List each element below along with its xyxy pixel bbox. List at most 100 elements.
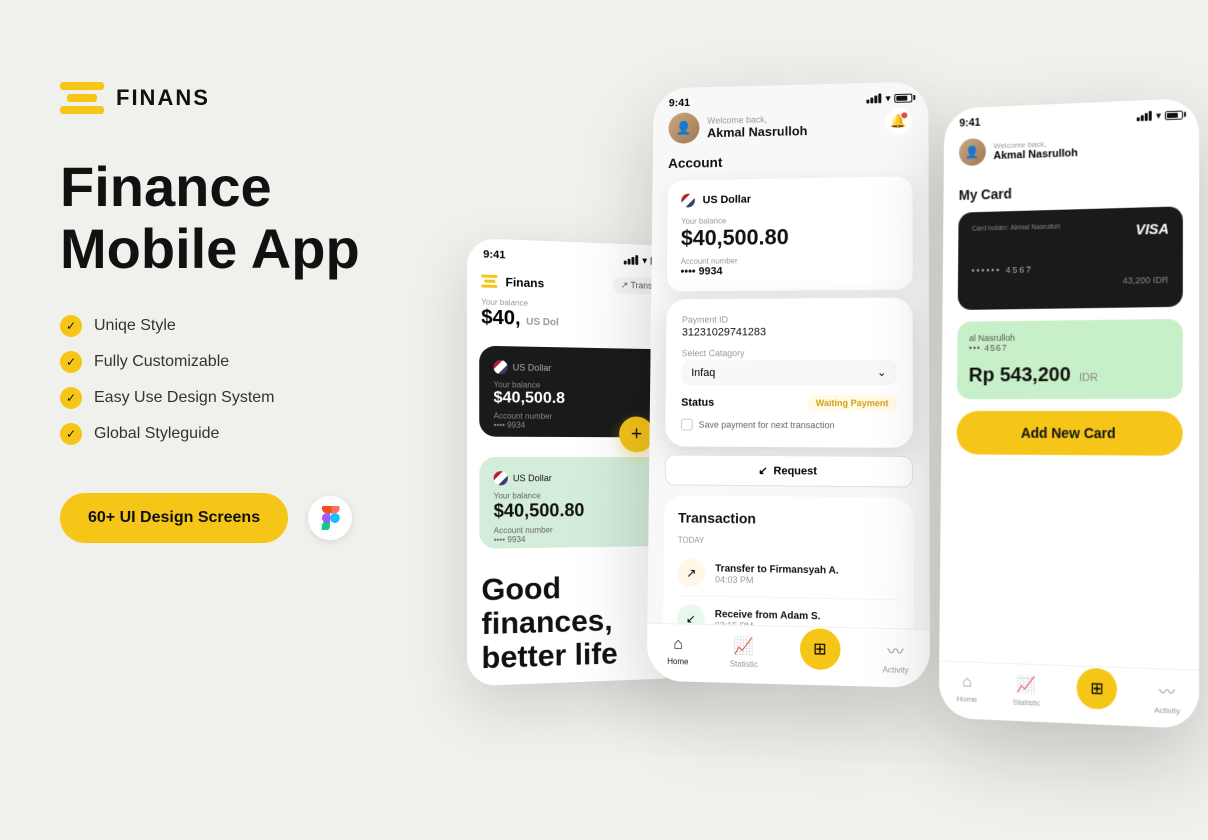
- user-name-main: Akmal Nasrulloh: [707, 123, 807, 140]
- nav-statistic-main[interactable]: 📈 Statistic: [730, 636, 758, 669]
- transaction-row-1: ↗ Transfer to Firmansyah A. 04:03 PM: [677, 551, 899, 601]
- nav-center-btn-main[interactable]: ⊞: [799, 628, 840, 670]
- card-flag-2: US Dollar: [494, 471, 661, 486]
- category-select[interactable]: Infaq ⌄: [681, 360, 896, 385]
- card-flag-1: US Dollar: [493, 360, 659, 377]
- activity-icon-main: 〰: [887, 637, 904, 662]
- my-card-section: My Card Card holder: Akmal Nasrulloh VIS…: [941, 172, 1199, 464]
- logo-row: FINANS: [60, 80, 440, 116]
- wifi-icon-main: ▾: [886, 93, 891, 104]
- welcome-row: 👤 Welcome back, Akmal Nasrulloh 🔔: [668, 107, 912, 144]
- idr-label: IDR: [1079, 372, 1098, 384]
- headline-line2: Mobile App: [60, 218, 440, 280]
- notification-bell[interactable]: 🔔: [884, 107, 912, 135]
- payment-id-row: Payment ID 31231029741283: [682, 314, 897, 339]
- check-icon-3: ✓: [60, 387, 82, 409]
- nav-activity-right[interactable]: 〰 Activity: [1154, 677, 1180, 715]
- feature-4: ✓ Global Styleguide: [60, 423, 440, 445]
- category-label: Select Catagory: [682, 348, 897, 358]
- add-new-card-button[interactable]: Add New Card: [956, 411, 1182, 456]
- card-holder-info: Card holder: Akmal Nasrulloh: [972, 224, 1060, 233]
- brand-row: Finans ↗ Transfer: [481, 272, 670, 295]
- check-icon-2: ✓: [60, 351, 82, 373]
- card-currency-2: US Dollar: [513, 473, 552, 483]
- status-badge-waiting: Waiting Payment: [808, 395, 897, 411]
- bottom-nav-right: ⌂ Home 📈 Statistic ⊞ 〰 Activity: [939, 661, 1199, 729]
- rp-amount: Rp 543,200: [969, 364, 1071, 386]
- nav-home-main[interactable]: ⌂ Home: [667, 635, 688, 666]
- user-info: 👤 Welcome back, Akmal Nasrulloh: [668, 110, 807, 144]
- grid-icon-main: ⊞: [813, 639, 827, 660]
- my-card-title: My Card: [959, 180, 1183, 203]
- notif-dot: [900, 111, 908, 119]
- request-label: Request: [773, 465, 817, 477]
- statistic-label-right: Statistic: [1013, 698, 1041, 708]
- txn-time-1: 04:03 PM: [715, 574, 899, 587]
- feature-label-4: Global Styleguide: [94, 425, 219, 443]
- green-card-dots: ••• 4567: [969, 343, 1015, 353]
- welcome-text-block: Welcome back, Akmal Nasrulloh: [707, 113, 807, 139]
- wifi-icon: ▾: [642, 255, 646, 266]
- phones-area: 9:41 ▾ Finans: [448, 0, 1208, 840]
- payment-id-value: 31231029741283: [682, 326, 897, 339]
- payment-id-label: Payment ID: [682, 314, 897, 325]
- home-label-right: Home: [956, 694, 977, 704]
- green-card-name: al Nasrulloh: [969, 333, 1015, 343]
- card-holder-label: Card holder: Akmal Nasrulloh: [972, 224, 1060, 233]
- nav-home-right[interactable]: ⌂ Home: [956, 673, 977, 704]
- chart-icon-right: 📈: [1017, 674, 1037, 695]
- feature-label-2: Fully Customizable: [94, 353, 229, 371]
- activity-label-right: Activity: [1154, 705, 1180, 715]
- nav-center-btn-right[interactable]: ⊞: [1077, 667, 1117, 709]
- send-arrow-icon: ↗: [677, 559, 705, 588]
- time-right: 9:41: [959, 117, 980, 129]
- avatar-right: 👤: [959, 138, 986, 166]
- phone-right: 9:41 ▾ 👤 Welcome back, Akmal Nasrulloh: [939, 98, 1199, 729]
- left-panel: FINANS Finance Mobile App ✓ Uniqe Style …: [60, 80, 440, 543]
- card-green-bg: US Dollar Your balance $40,500.80 Accoun…: [479, 457, 674, 549]
- check-icon-1: ✓: [60, 315, 82, 337]
- request-button[interactable]: ↙ Request: [665, 454, 913, 487]
- activity-icon-right: 〰: [1159, 678, 1175, 703]
- time-main: 9:41: [669, 97, 690, 109]
- card-currency-1: US Dollar: [513, 362, 552, 373]
- green-card-right: al Nasrulloh ••• 4567 Rp 543,200 IDR: [957, 319, 1183, 399]
- headline: Finance Mobile App: [60, 156, 440, 279]
- nav-activity-main[interactable]: 〰 Activity: [882, 637, 908, 675]
- nav-statistic-right[interactable]: 📈 Statistic: [1013, 674, 1041, 708]
- card-number-2: Account number •••• 9934: [494, 524, 661, 544]
- home-label-main: Home: [667, 657, 688, 667]
- time-bg: 9:41: [483, 249, 505, 262]
- visa-label: VISA: [1136, 221, 1169, 238]
- avatar-main: 👤: [668, 112, 699, 144]
- account-card: US Dollar Your balance $40,500.80 Accoun…: [667, 176, 913, 291]
- features-list: ✓ Uniqe Style ✓ Fully Customizable ✓ Eas…: [60, 315, 440, 445]
- account-title: Account: [668, 151, 912, 171]
- balance-amount-bg: $40, US Dol: [481, 307, 670, 334]
- status-icons-main: ▾: [867, 92, 913, 104]
- status-row: Status Waiting Payment: [681, 395, 897, 411]
- save-checkbox[interactable]: [681, 419, 693, 431]
- status-label: Status: [681, 397, 714, 409]
- card-amount-2: $40,500.80: [494, 499, 661, 522]
- feature-label-3: Easy Use Design System: [94, 389, 275, 407]
- category-row: Select Catagory Infaq ⌄: [681, 348, 896, 385]
- diagonal-arrow-icon: ↙: [758, 464, 767, 477]
- check-icon-4: ✓: [60, 423, 82, 445]
- screens-button[interactable]: 60+ UI Design Screens: [60, 493, 288, 543]
- card-dark-bg: US Dollar Your balance $40,500.8 Account…: [479, 346, 673, 438]
- category-value: Infaq: [691, 367, 715, 379]
- bottom-nav-main: ⌂ Home 📈 Statistic ⊞ 〰 Activity: [647, 623, 930, 688]
- battery-main: [894, 93, 912, 102]
- feature-label-1: Uniqe Style: [94, 317, 176, 335]
- right-header: 👤 Welcome back, Akmal Nasrulloh: [944, 124, 1200, 180]
- phone-main: 9:41 ▾ 👤 Welcome back, Akmal Nasru: [647, 81, 930, 688]
- green-card-user: al Nasrulloh ••• 4567: [969, 333, 1015, 353]
- home-icon-right: ⌂: [962, 673, 972, 691]
- right-user-info: Welcome back, Akmal Nasrulloh: [993, 138, 1078, 162]
- figma-icon[interactable]: [308, 496, 352, 540]
- usd-row: US Dollar: [681, 190, 898, 207]
- payment-modal: Payment ID 31231029741283 Select Catagor…: [665, 298, 913, 448]
- flag-main: [681, 194, 695, 208]
- chart-icon-main: 📈: [734, 636, 754, 657]
